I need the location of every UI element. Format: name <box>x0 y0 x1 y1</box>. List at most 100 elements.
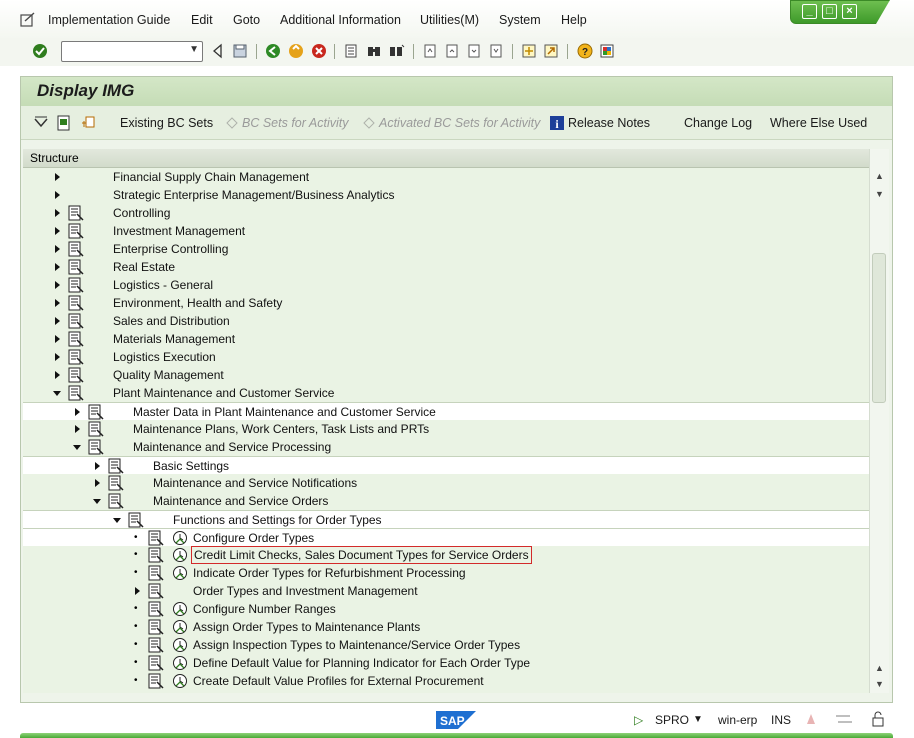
back-icon[interactable] <box>265 43 281 59</box>
tree-node[interactable]: Maintenance Plans, Work Centers, Task Li… <box>23 420 869 438</box>
menu-system[interactable]: System <box>499 13 541 27</box>
caret-down-icon[interactable] <box>73 442 81 452</box>
first-page-icon[interactable] <box>422 43 438 59</box>
caret-right-icon[interactable] <box>73 424 81 434</box>
caret-right-icon[interactable] <box>133 586 141 596</box>
execute-clock-icon[interactable] <box>172 547 188 563</box>
transaction-code[interactable]: SPRO <box>655 713 689 727</box>
documentation-icon[interactable] <box>148 619 164 635</box>
tree-node[interactable]: Logistics - General <box>23 276 869 294</box>
documentation-icon[interactable] <box>88 404 104 420</box>
caret-right-icon[interactable] <box>53 280 61 290</box>
tree-node-label[interactable]: Assign Inspection Types to Maintenance/S… <box>193 638 520 652</box>
documentation-icon[interactable] <box>148 530 164 546</box>
documentation-icon[interactable] <box>68 205 84 221</box>
customize-layout-icon[interactable] <box>599 43 615 59</box>
execute-clock-icon[interactable] <box>172 601 188 617</box>
tree-node-label[interactable]: Sales and Distribution <box>113 314 230 328</box>
scroll-down-icon[interactable]: ▼ <box>875 189 884 199</box>
tree-node[interactable]: Environment, Health and Safety <box>23 294 869 312</box>
tree-node[interactable]: Controlling <box>23 204 869 222</box>
help-icon[interactable]: ? <box>577 43 593 59</box>
tree-node-label[interactable]: Controlling <box>113 206 170 220</box>
caret-right-icon[interactable] <box>53 298 61 308</box>
tree-node[interactable]: Plant Maintenance and Customer Service <box>23 384 869 402</box>
chevron-down-icon[interactable]: ▼ <box>189 44 199 55</box>
tree-node-label[interactable]: Create Default Value Profiles for Extern… <box>193 674 484 688</box>
play-icon[interactable]: ▷ <box>634 713 643 727</box>
caret-right-icon[interactable] <box>53 226 61 236</box>
execute-clock-icon[interactable] <box>172 565 188 581</box>
enter-check-icon[interactable] <box>32 43 48 59</box>
caret-right-icon[interactable] <box>93 478 101 488</box>
tree-node-label[interactable]: Strategic Enterprise Management/Business… <box>113 188 394 202</box>
release-notes-button[interactable]: Release Notes <box>568 116 650 130</box>
tree-node-label[interactable]: Configure Number Ranges <box>193 602 336 616</box>
bc-sets-for-activity-button[interactable]: BC Sets for Activity <box>242 116 349 130</box>
tree-node[interactable]: • Create Default Value Profiles for Exter… <box>23 672 869 690</box>
tree-node[interactable]: • Configure Order Types <box>23 528 869 546</box>
new-session-icon[interactable] <box>521 43 537 59</box>
tree-node-label[interactable]: Order Types and Investment Management <box>193 584 418 598</box>
documentation-icon[interactable] <box>148 601 164 617</box>
back-arrow-icon[interactable] <box>210 43 226 59</box>
menu-additional-information[interactable]: Additional Information <box>280 13 401 27</box>
close-icon[interactable]: × <box>842 4 857 19</box>
scroll-up-icon[interactable]: ▲ <box>875 663 884 673</box>
tree-node[interactable]: • Define Default Value for Planning Indic… <box>23 654 869 672</box>
documentation-icon[interactable] <box>148 655 164 671</box>
menu-icon[interactable] <box>20 12 36 28</box>
tree-node[interactable]: Maintenance and Service Notifications <box>23 474 869 492</box>
execute-clock-icon[interactable] <box>172 655 188 671</box>
previous-page-icon[interactable] <box>444 43 460 59</box>
documentation-icon[interactable] <box>68 223 84 239</box>
tree-node[interactable]: Materials Management <box>23 330 869 348</box>
tree-node[interactable]: Investment Management <box>23 222 869 240</box>
command-field[interactable]: ▼ <box>61 41 203 62</box>
caret-right-icon[interactable] <box>53 370 61 380</box>
last-page-icon[interactable] <box>488 43 504 59</box>
execute-clock-icon[interactable] <box>172 637 188 653</box>
find-icon[interactable] <box>366 43 382 59</box>
tree-node-label[interactable]: Real Estate <box>113 260 175 274</box>
documentation-icon[interactable] <box>128 512 144 528</box>
find-next-icon[interactable] <box>389 43 405 59</box>
documentation-icon[interactable] <box>148 673 164 689</box>
existing-bc-sets-button[interactable]: Existing BC Sets <box>120 116 213 130</box>
caret-right-icon[interactable] <box>53 190 61 200</box>
tree-node-label[interactable]: Logistics - General <box>113 278 213 292</box>
caret-right-icon[interactable] <box>93 461 101 471</box>
documentation-icon[interactable] <box>108 493 124 509</box>
documentation-icon[interactable] <box>68 295 84 311</box>
tree-node-label[interactable]: Functions and Settings for Order Types <box>173 513 382 527</box>
save-icon[interactable] <box>232 43 248 59</box>
caret-right-icon[interactable] <box>53 208 61 218</box>
tree-node-label[interactable]: Configure Order Types <box>193 531 314 545</box>
documentation-icon[interactable] <box>68 331 84 347</box>
scrollbar-thumb[interactable] <box>872 253 886 403</box>
tree-node[interactable]: Maintenance and Service Orders <box>23 492 869 510</box>
caret-down-icon[interactable] <box>93 496 101 506</box>
change-log-button[interactable]: Change Log <box>684 116 752 130</box>
tree-node[interactable]: Financial Supply Chain Management <box>23 168 869 186</box>
scroll-down-icon[interactable]: ▼ <box>875 679 884 689</box>
tree-node-label[interactable]: Enterprise Controlling <box>113 242 228 256</box>
caret-right-icon[interactable] <box>53 244 61 254</box>
hierarchy-icon[interactable] <box>80 115 96 131</box>
tree-node-label[interactable]: Define Default Value for Planning Indica… <box>193 656 530 670</box>
menu-implementation-guide[interactable]: Implementation Guide <box>48 13 170 27</box>
documentation-icon[interactable] <box>68 385 84 401</box>
tree-node[interactable]: Enterprise Controlling <box>23 240 869 258</box>
documentation-icon[interactable] <box>68 277 84 293</box>
caret-right-icon[interactable] <box>53 352 61 362</box>
tree-node-label[interactable]: Investment Management <box>113 224 245 238</box>
caret-right-icon[interactable] <box>53 316 61 326</box>
scroll-up-icon[interactable]: ▲ <box>875 171 884 181</box>
tree-node-label[interactable]: Basic Settings <box>153 459 229 473</box>
tree-node-label[interactable]: Credit Limit Checks, Sales Document Type… <box>191 546 532 564</box>
execute-clock-icon[interactable] <box>172 673 188 689</box>
tree-node[interactable]: Master Data in Plant Maintenance and Cus… <box>23 402 869 420</box>
caret-down-icon[interactable] <box>53 388 61 398</box>
tree-node[interactable]: • Configure Number Ranges <box>23 600 869 618</box>
documentation-icon[interactable] <box>148 637 164 653</box>
